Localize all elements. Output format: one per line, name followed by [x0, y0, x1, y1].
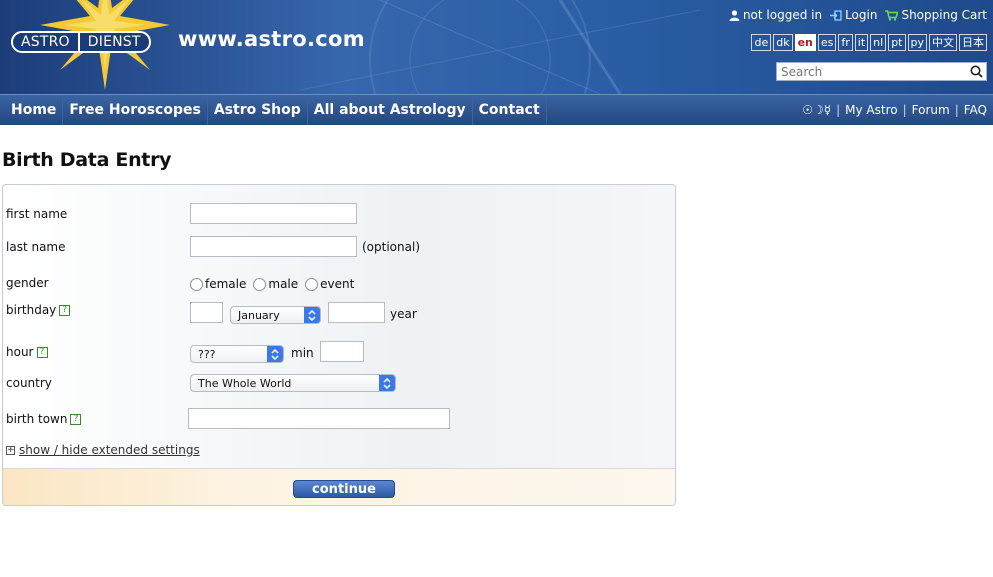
birth-town-help-icon[interactable]: ? [70, 413, 82, 425]
select-arrows-icon [379, 375, 395, 391]
birth-town-label: birth town ? [6, 412, 82, 426]
lang-fr[interactable]: fr [838, 34, 853, 51]
nav-contact[interactable]: Contact [473, 95, 547, 125]
year-label: year [390, 307, 417, 321]
hour-label: hour ? [6, 345, 48, 359]
gender-radio-group: female male event [190, 277, 358, 291]
site-header: ASTRO DIENST www.astro.com not logged in… [0, 0, 993, 94]
last-name-label: last name [6, 240, 66, 254]
gender-male-radio[interactable] [253, 277, 267, 291]
lang-ja[interactable]: 日本 [959, 34, 987, 51]
faq-link[interactable]: FAQ [964, 103, 987, 117]
user-bar: not logged in Login Shopping Cart [729, 8, 987, 22]
login-label: Login [845, 8, 878, 22]
lang-nl[interactable]: nl [870, 34, 887, 51]
lang-es[interactable]: es [817, 34, 837, 51]
login-link[interactable]: Login [830, 8, 877, 22]
min-label: min [291, 346, 314, 360]
birth-data-form: first name last name (optional) gender f… [2, 184, 676, 506]
last-name-label-text: last name [6, 240, 66, 254]
minute-input[interactable] [320, 341, 364, 362]
lang-py[interactable]: py [907, 34, 927, 51]
shopping-cart-label: Shopping Cart [901, 8, 987, 22]
login-icon [830, 9, 842, 21]
site-url-title[interactable]: www.astro.com [178, 27, 365, 51]
gender-male-option[interactable]: male [253, 277, 298, 291]
page-title: Birth Data Entry [2, 149, 172, 171]
first-name-label-text: first name [6, 207, 68, 221]
nav-separator: | [954, 103, 959, 117]
nav-all-about-astrology[interactable]: All about Astrology [308, 95, 473, 125]
first-name-input[interactable] [190, 203, 357, 224]
country-label-text: country [6, 376, 52, 390]
nav-separator: | [836, 103, 841, 117]
hour-label-text: hour [6, 345, 34, 359]
extended-settings-toggle[interactable]: + show / hide extended settings [6, 443, 200, 457]
optional-note: (optional) [362, 240, 420, 254]
expand-plus-icon: + [6, 444, 15, 455]
nav-home[interactable]: Home [5, 95, 64, 125]
nav-separator: | [902, 103, 907, 117]
continue-button[interactable]: continue [293, 480, 395, 498]
shopping-cart-link[interactable]: Shopping Cart [885, 8, 987, 22]
hour-help-icon[interactable]: ? [36, 346, 48, 358]
gender-label: gender [6, 276, 49, 290]
gender-event-option[interactable]: event [305, 277, 354, 291]
birthday-help-icon[interactable]: ? [59, 304, 71, 316]
user-icon [729, 9, 740, 21]
birthday-month-select[interactable]: January [230, 306, 321, 324]
birth-town-label-text: birth town [6, 412, 68, 426]
country-value: The Whole World [198, 376, 292, 390]
country-label: country [6, 376, 52, 390]
my-astro-link[interactable]: My Astro [845, 103, 897, 117]
forum-link[interactable]: Forum [912, 103, 950, 117]
logo-word-dienst: DIENST [77, 33, 149, 51]
shopping-cart-icon [885, 9, 899, 21]
gender-event-label: event [320, 277, 355, 291]
first-name-label: first name [6, 207, 67, 221]
gender-label-text: gender [6, 276, 49, 290]
nav-astro-shop[interactable]: Astro Shop [208, 95, 308, 125]
country-select[interactable]: The Whole World [190, 374, 396, 392]
gender-female-option[interactable]: female [190, 277, 246, 291]
gender-female-label: female [205, 277, 247, 291]
birthday-label-text: birthday [6, 303, 57, 317]
last-name-input[interactable] [190, 236, 357, 257]
logo-word-astro: ASTRO [21, 34, 70, 50]
lang-en[interactable]: en [794, 34, 816, 51]
lang-de[interactable]: de [751, 34, 772, 51]
lang-pt[interactable]: pt [888, 34, 906, 51]
gender-male-label: male [268, 277, 299, 291]
astrodienst-logo[interactable]: ASTRO DIENST [11, 31, 151, 53]
language-selector: de dk en es fr it nl pt py 中文 日本 [751, 34, 987, 51]
planet-symbols-link[interactable]: ☉☽☿ [802, 103, 831, 117]
search-input[interactable] [777, 63, 968, 80]
main-nav: Home Free Horoscopes Astro Shop All abou… [0, 94, 993, 125]
birth-town-input[interactable] [188, 408, 450, 429]
search-box [776, 62, 987, 81]
birthday-label: birthday ? [6, 303, 71, 317]
gender-female-radio[interactable] [190, 277, 203, 291]
search-icon[interactable] [968, 64, 984, 80]
lang-it[interactable]: it [854, 34, 869, 51]
lang-zh[interactable]: 中文 [929, 34, 957, 51]
hour-select[interactable]: ??? [190, 345, 284, 363]
birthday-year-input[interactable] [328, 302, 385, 323]
lang-dk[interactable]: dk [773, 34, 793, 51]
gender-event-radio[interactable] [305, 277, 319, 291]
birthday-month-value: January [238, 308, 280, 322]
user-status: not logged in [729, 8, 822, 22]
select-arrows-icon [304, 307, 320, 323]
select-arrows-icon [267, 346, 283, 362]
birthday-day-input[interactable] [190, 302, 223, 323]
user-status-text: not logged in [742, 8, 823, 22]
form-footer: continue [3, 468, 675, 505]
hour-value: ??? [198, 347, 216, 361]
nav-free-horoscopes[interactable]: Free Horoscopes [63, 95, 208, 125]
extended-settings-link[interactable]: show / hide extended settings [19, 443, 200, 457]
